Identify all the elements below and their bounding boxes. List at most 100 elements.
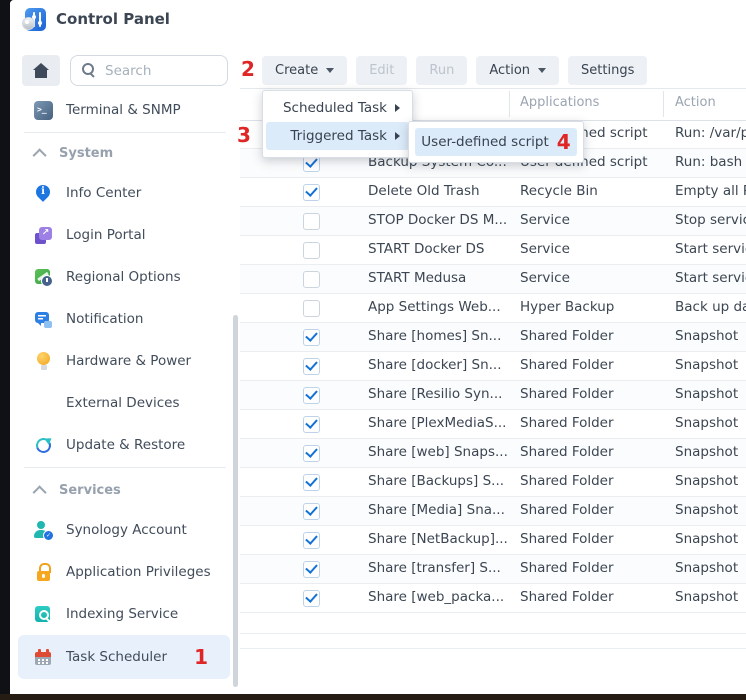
row-checkbox[interactable]	[303, 271, 320, 288]
applications-cell: Shared Folder	[520, 386, 614, 402]
row-checkbox[interactable]	[303, 416, 320, 433]
sidebar-section-system[interactable]: System	[10, 135, 240, 172]
table-row[interactable]: Share [Backups] S...Shared FolderSnapsho…	[240, 468, 746, 497]
sidebar-item-external-devices[interactable]: External Devices	[10, 382, 240, 424]
sidebar-scrollbar[interactable]	[233, 315, 238, 687]
table-footer-line	[240, 633, 746, 634]
applications-cell: Service	[520, 270, 570, 286]
table-row[interactable]: Share [homes] Sn...Shared FolderSnapshot	[240, 323, 746, 352]
menu-item-triggered-task[interactable]: Triggered Task	[266, 122, 409, 150]
table-row[interactable]: Share [transfer] S...Shared FolderSnapsh…	[240, 555, 746, 584]
table-row[interactable]: Share [Resilio Syn... Shared Folder Snapsh…	[240, 381, 746, 410]
sidebar-item-task-scheduler[interactable]: Task Scheduler1	[18, 635, 230, 679]
desktop-edge	[0, 694, 746, 700]
table-row[interactable]: Share [Media] Sna...Shared FolderSnapsho…	[240, 497, 746, 526]
table-row[interactable]: Delete Old TrashRecycle BinEmpty all R	[240, 178, 746, 207]
action-cell: Run: bash /	[675, 154, 746, 170]
row-checkbox[interactable]	[303, 329, 320, 346]
applications-cell: Shared Folder	[520, 560, 614, 576]
sidebar-item-application-privileges[interactable]: Application Privileges	[10, 551, 240, 593]
column-header-action[interactable]: Action	[675, 95, 716, 110]
action-cell: Snapshot	[675, 386, 738, 402]
table-row[interactable]: Share [NetBackup]...Shared FolderSnapsho…	[240, 526, 746, 555]
task-name-cell: App Settings Web...	[368, 299, 501, 315]
sidebar-section-services[interactable]: Services	[10, 472, 240, 509]
menu-item-label: Triggered Task	[290, 128, 387, 144]
row-checkbox[interactable]	[303, 213, 320, 230]
applications-cell: Shared Folder	[520, 589, 614, 605]
create-dropdown-menu: Scheduled Task Triggered Task	[262, 90, 413, 158]
sidebar-item-label: Application Privileges	[66, 564, 211, 580]
sidebar-item-label: Task Scheduler	[66, 649, 167, 665]
table-row[interactable]: Share [PlexMediaS...Shared FolderSnapsho…	[240, 410, 746, 439]
task-name-cell: Share [Resilio Syn...	[368, 386, 502, 402]
action-cell: Snapshot	[675, 531, 738, 547]
sidebar-item-indexing-service[interactable]: Indexing Service	[10, 593, 240, 635]
table-row[interactable]: App Settings Web...Hyper BackupBack up d…	[240, 294, 746, 323]
table-row[interactable]: Share [web_packa... Shared Folder Snapshot	[240, 584, 746, 613]
row-checkbox[interactable]	[303, 503, 320, 520]
sidebar-item-info-center[interactable]: Info Center	[10, 172, 240, 214]
update-restore-icon	[34, 436, 53, 455]
task-scheduler-icon	[34, 648, 53, 667]
table-row[interactable]: START Docker DSServiceStart servic	[240, 236, 746, 265]
row-checkbox[interactable]	[303, 445, 320, 462]
regional-options-icon	[34, 268, 53, 287]
table-row[interactable]: Share [web] Snaps...Shared FolderSnapsho…	[240, 439, 746, 468]
sidebar-item-login-portal[interactable]: Login Portal	[10, 214, 240, 256]
sidebar-item-regional-options[interactable]: Regional Options	[10, 256, 240, 298]
sidebar-item-label: Info Center	[66, 185, 141, 201]
menu-item-scheduled-task[interactable]: Scheduled Task	[266, 94, 409, 122]
row-checkbox[interactable]	[303, 242, 320, 259]
applications-cell: Shared Folder	[520, 357, 614, 373]
row-checkbox[interactable]	[303, 532, 320, 549]
applications-cell: Shared Folder	[520, 473, 614, 489]
settings-button[interactable]: Settings	[568, 56, 647, 85]
table-row[interactable]: START MedusaServiceStart servic	[240, 265, 746, 294]
task-name-cell: Share [transfer] S...	[368, 560, 501, 576]
menu-item-label: Scheduled Task	[283, 100, 387, 116]
sidebar-item-label: Indexing Service	[66, 606, 178, 622]
row-checkbox[interactable]	[303, 300, 320, 317]
main-panel: CreateEditRunActionSettings Applications…	[240, 39, 746, 694]
home-icon	[33, 62, 49, 78]
row-checkbox[interactable]	[303, 387, 320, 404]
action-cell: Snapshot	[675, 589, 738, 605]
menu-item-user-defined-script[interactable]: User-defined script 4	[415, 128, 577, 156]
sidebar-item-hardware-power[interactable]: Hardware & Power	[10, 340, 240, 382]
sidebar-item-terminal-snmp[interactable]: Terminal & SNMP	[10, 89, 240, 131]
table-row[interactable]: Share [docker] Sn...Shared FolderSnapsho…	[240, 352, 746, 381]
search-input[interactable]	[103, 57, 222, 84]
task-name-cell: Delete Old Trash	[368, 183, 480, 199]
control-panel-icon	[22, 8, 46, 31]
hardware-power-icon	[34, 352, 53, 371]
sidebar-item-update-restore[interactable]: Update & Restore	[10, 424, 240, 466]
task-name-cell: START Docker DS	[368, 241, 484, 257]
sidebar-divider	[24, 132, 226, 133]
row-checkbox[interactable]	[303, 590, 320, 607]
applications-cell: Recycle Bin	[520, 183, 598, 199]
applications-cell: Shared Folder	[520, 502, 614, 518]
application-privileges-icon	[34, 563, 53, 582]
sidebar-item-notification[interactable]: Notification	[10, 298, 240, 340]
row-checkbox[interactable]	[303, 358, 320, 375]
action-cell: Run: /var/p	[675, 125, 746, 141]
task-name-cell: Share [PlexMediaS...	[368, 415, 506, 431]
task-name-cell: START Medusa	[368, 270, 466, 286]
home-button[interactable]	[22, 55, 60, 86]
sidebar-item-label: Notification	[66, 311, 143, 327]
task-name-cell: Share [web_packa...	[368, 589, 504, 605]
row-checkbox[interactable]	[303, 474, 320, 491]
create-button[interactable]: Create	[262, 56, 347, 85]
search-icon	[82, 63, 96, 77]
row-checkbox[interactable]	[303, 184, 320, 201]
task-name-cell: Share [homes] Sn...	[368, 328, 501, 344]
sidebar-item-synology-account[interactable]: Synology Account	[10, 509, 240, 551]
action-button[interactable]: Action	[476, 56, 559, 85]
edit-button: Edit	[356, 56, 407, 85]
column-header-applications[interactable]: Applications	[520, 95, 599, 110]
task-name-cell: Share [NetBackup]...	[368, 531, 508, 547]
info-center-icon	[34, 184, 53, 203]
row-checkbox[interactable]	[303, 561, 320, 578]
table-row[interactable]: STOP Docker DS M...ServiceStop servic	[240, 207, 746, 236]
